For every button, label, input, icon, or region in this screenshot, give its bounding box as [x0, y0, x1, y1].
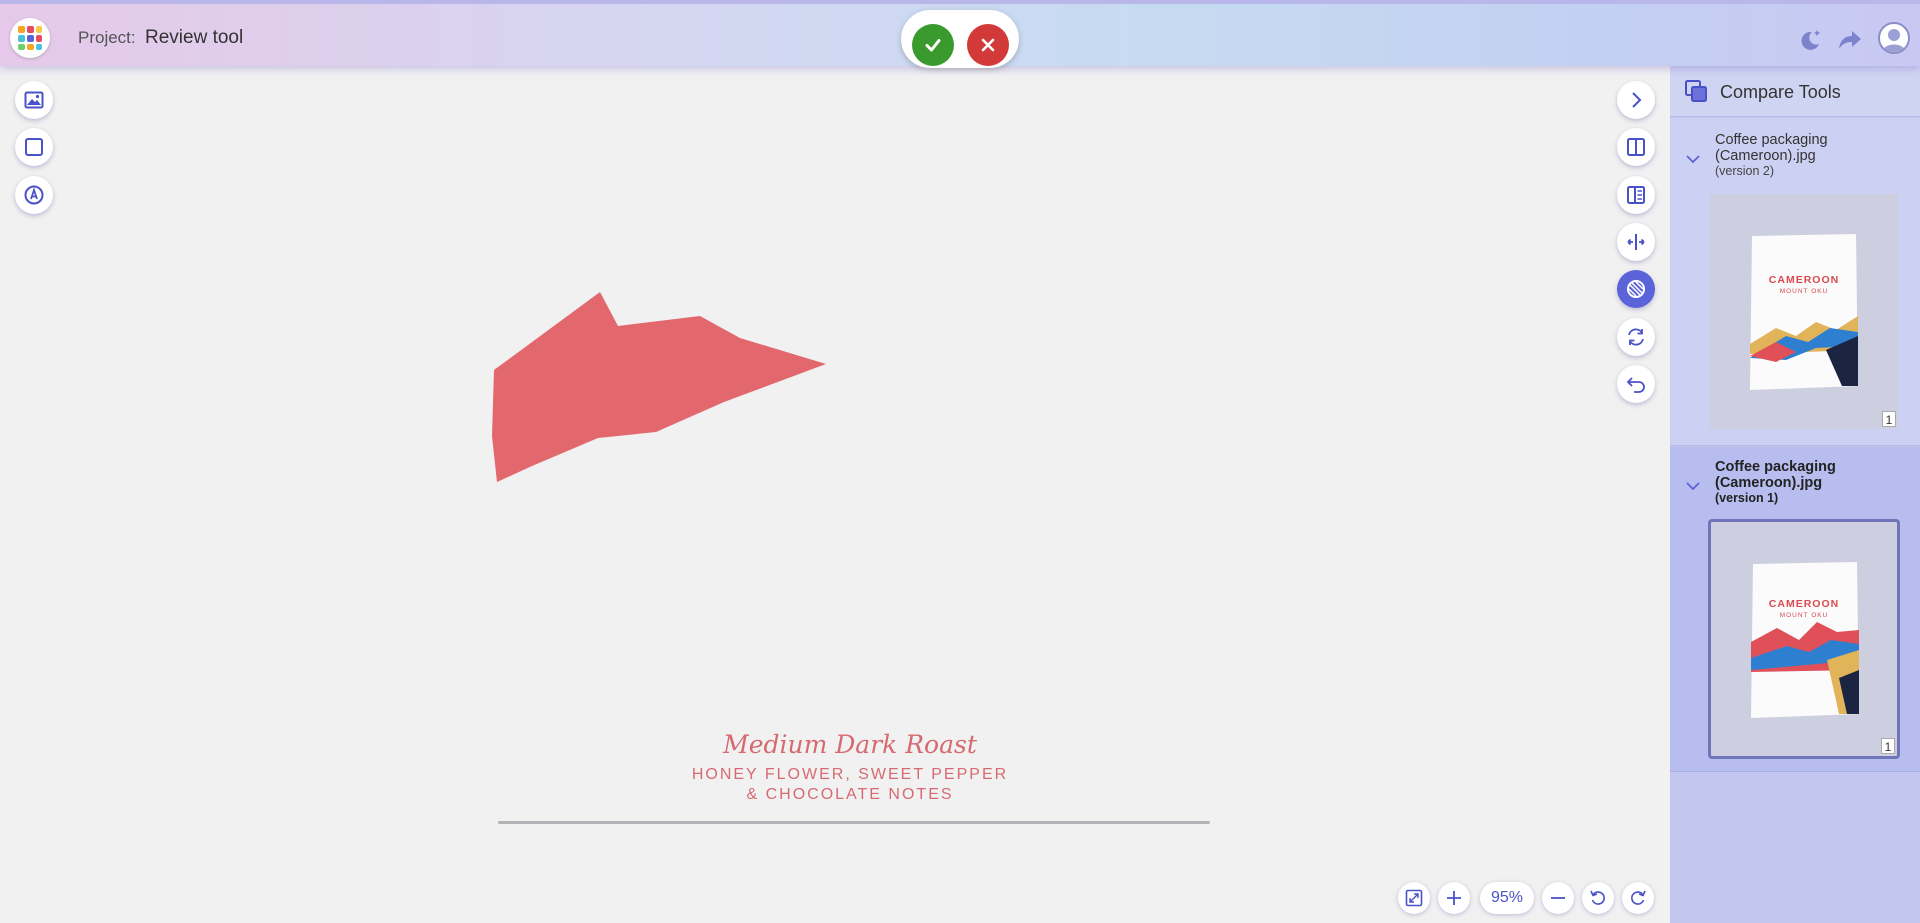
version-item-selected[interactable]: Coffee packaging (Cameroon).jpg (version… — [1670, 447, 1920, 772]
coffee-bag-thumbnail — [1751, 562, 1859, 718]
compare-layers-icon — [1685, 80, 1707, 102]
red-shape-artwork — [492, 292, 826, 482]
top-bar: Project: Review tool — [0, 0, 1920, 68]
swipe-compare-icon — [1627, 234, 1645, 250]
panel-header: Compare Tools — [1670, 66, 1920, 117]
annotate-tool-button[interactable] — [15, 176, 53, 214]
version-thumbnail[interactable]: CAMEROON MOUNT OKU 1 — [1708, 519, 1900, 759]
page-number-badge: 1 — [1881, 738, 1895, 754]
version-thumbnail[interactable]: CAMEROON MOUNT OKU 1 — [1710, 194, 1898, 429]
sync-icon — [1628, 328, 1644, 346]
swipe-compare-button[interactable] — [1617, 223, 1655, 261]
chevron-down-icon[interactable] — [1684, 150, 1702, 168]
fit-screen-icon — [1405, 889, 1423, 907]
logo-icon — [18, 26, 42, 50]
panel-title: Compare Tools — [1720, 82, 1841, 102]
artwork-baseline — [498, 821, 1210, 824]
collapse-panel-button[interactable] — [1617, 81, 1655, 119]
review-canvas[interactable]: Medium Dark Roast HONEY FLOWER, SWEET PE… — [0, 66, 1670, 923]
split-view-icon — [1627, 138, 1645, 156]
zoom-out-button[interactable] — [1542, 882, 1574, 914]
zoom-level[interactable]: 95% — [1480, 882, 1534, 914]
rotate-right-icon — [1631, 890, 1646, 905]
version-item[interactable]: Coffee packaging (Cameroon).jpg (version… — [1670, 118, 1920, 446]
chevron-down-icon[interactable] — [1684, 477, 1702, 495]
coffee-bag-thumbnail — [1750, 234, 1858, 390]
undo-icon — [1626, 377, 1645, 393]
chevron-right-icon — [1632, 92, 1642, 108]
split-view-button[interactable] — [1617, 128, 1655, 166]
project-label: Project: — [78, 28, 136, 47]
share-arrow-icon[interactable] — [1836, 26, 1864, 54]
side-by-side-button[interactable] — [1617, 176, 1655, 214]
overlay-compare-icon — [1627, 280, 1645, 298]
image-tool-button[interactable] — [15, 81, 53, 119]
square-icon — [25, 138, 43, 156]
reject-button[interactable] — [967, 24, 1009, 66]
close-icon — [981, 38, 995, 52]
version-file-name: Coffee packaging (Cameroon).jpg — [1715, 132, 1828, 164]
overlay-compare-button[interactable] — [1617, 270, 1655, 308]
zoom-in-button[interactable] — [1438, 882, 1470, 914]
rotate-right-button[interactable] — [1622, 882, 1654, 914]
side-by-side-icon — [1627, 186, 1645, 204]
moon-stars-icon[interactable] — [1796, 26, 1824, 54]
undo-button[interactable] — [1617, 365, 1655, 403]
version-label: (version 1) — [1715, 491, 1779, 505]
bag-subtitle-text: MOUNT OKU — [1779, 288, 1829, 295]
user-avatar-icon — [1882, 29, 1906, 52]
rotate-left-icon — [1590, 890, 1605, 905]
version-file-name: Coffee packaging (Cameroon).jpg — [1715, 459, 1836, 491]
version-label: (version 2) — [1715, 164, 1775, 178]
pen-circle-icon — [24, 185, 44, 205]
artwork-roast-text: Medium Dark Roast — [723, 730, 977, 759]
check-icon — [925, 39, 941, 52]
minus-icon — [1551, 897, 1565, 899]
decision-group — [901, 10, 1019, 68]
image-icon — [24, 91, 44, 109]
artwork-notes-line1: HONEY FLOWER, SWEET PEPPER — [691, 766, 1009, 783]
app-logo[interactable] — [10, 18, 50, 58]
page-number-badge: 1 — [1882, 411, 1896, 427]
fit-screen-button[interactable] — [1398, 882, 1430, 914]
rectangle-tool-button[interactable] — [15, 128, 53, 166]
user-avatar[interactable] — [1878, 22, 1910, 54]
approve-button[interactable] — [912, 24, 954, 66]
bag-title-text: CAMEROON — [1768, 598, 1840, 610]
plus-icon — [1447, 891, 1461, 905]
rotate-left-button[interactable] — [1582, 882, 1614, 914]
compare-tools-panel: Compare Tools Coffee packaging (Cameroon… — [1670, 66, 1920, 923]
bag-subtitle-text: MOUNT OKU — [1779, 612, 1829, 619]
artwork-notes-line2: & CHOCOLATE NOTES — [746, 786, 954, 803]
project-name[interactable]: Review tool — [145, 27, 243, 49]
sync-button[interactable] — [1617, 318, 1655, 356]
bag-title-text: CAMEROON — [1768, 274, 1840, 286]
